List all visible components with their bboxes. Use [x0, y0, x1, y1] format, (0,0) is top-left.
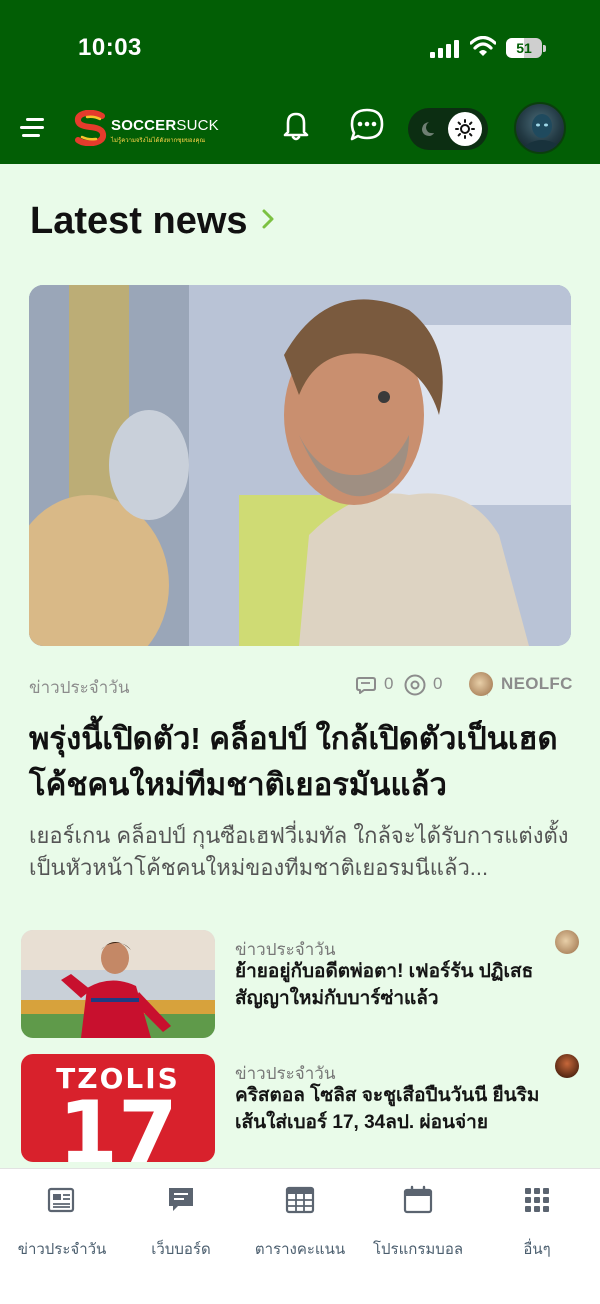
chevron-right-icon[interactable]	[258, 206, 278, 232]
list-item[interactable]: ข่าวประจำวัน ย้ายอยู่กับอดีตพ่อตา! เฟอร์…	[21, 930, 581, 1040]
thumbnail-photo	[21, 930, 215, 1038]
nav-item-more[interactable]: อื่นๆ	[477, 1185, 597, 1258]
nav-item-news[interactable]: ข่าวประจำวัน	[2, 1185, 122, 1258]
calendar-icon	[403, 1185, 433, 1214]
hero-image[interactable]	[29, 285, 571, 646]
newspaper-icon	[47, 1187, 75, 1213]
table-icon	[285, 1186, 315, 1214]
author-avatar[interactable]	[469, 672, 493, 696]
author-name[interactable]: NEOLFC	[501, 674, 573, 694]
list-item[interactable]: TZOLIS 17 ข่าวประจำวัน คริสตอล โซลิส จะช…	[21, 1054, 581, 1164]
bottom-nav: ข่าวประจำวัน เว็บบอร์ด ตารางคะแนน โปรแกร…	[0, 1168, 600, 1304]
status-bar: 10:03 51	[0, 34, 600, 64]
nav-label: เว็บบอร์ด	[151, 1241, 211, 1258]
nav-item-standings[interactable]: ตารางคะแนน	[240, 1185, 360, 1258]
status-time: 10:03	[78, 34, 142, 61]
hero-title[interactable]: พรุ่งนี้เปิดตัว! คล็อปป์ ใกล้เปิดตัวเป็น…	[29, 716, 574, 808]
soccersuck-logo[interactable]: SOCCERSUCK ไม่รู้ความจริงไม่ได้ดังหากซุย…	[74, 110, 224, 148]
logo-secondary: SUCK	[176, 117, 219, 134]
hamburger-menu-icon[interactable]	[20, 116, 46, 140]
hero-category[interactable]: ข่าวประจำวัน	[29, 674, 129, 701]
app-header: 10:03 51 SOCCERSUCK ไม่รู้ความจริงไม่ได้…	[0, 0, 600, 164]
item-thumbnail: TZOLIS 17	[21, 1054, 215, 1162]
view-count: 0	[433, 674, 443, 693]
grid-icon	[525, 1188, 549, 1212]
hero-description: เยอร์เกน คล็อปป์ กุนซือเฮฟวี่เมทัล ใกล้จ…	[29, 823, 569, 880]
sun-icon	[455, 119, 475, 139]
user-avatar[interactable]	[514, 102, 566, 154]
nav-item-fixtures[interactable]: โปรแกรมบอล	[358, 1185, 478, 1258]
avatar-figure-icon	[522, 114, 562, 152]
message-board-icon	[169, 1188, 193, 1211]
logo-primary: SOCCER	[111, 117, 177, 134]
battery-icon: 51	[506, 38, 542, 58]
item-author-avatar[interactable]	[555, 930, 579, 954]
section-title[interactable]: Latest news	[30, 200, 248, 243]
cellular-signal-icon	[430, 38, 460, 58]
nav-label: โปรแกรมบอล	[372, 1241, 464, 1258]
comment-count: 0	[384, 674, 394, 693]
toggle-knob	[448, 112, 482, 146]
comment-icon	[356, 677, 376, 694]
chat-bubble-icon[interactable]	[348, 106, 386, 144]
shirt-number-text: 17	[58, 1083, 178, 1162]
nav-label: ตารางคะแนน	[254, 1241, 346, 1258]
nav-item-webboard[interactable]: เว็บบอร์ด	[121, 1185, 241, 1258]
hero-photo	[29, 285, 571, 646]
battery-level: 51	[516, 40, 532, 56]
item-title[interactable]: ย้ายอยู่กับอดีตพ่อตา! เฟอร์รัน ปฏิเสธสัญ…	[235, 958, 565, 1012]
item-thumbnail	[21, 930, 215, 1038]
nav-label: อื่นๆ	[523, 1241, 551, 1258]
logo-tagline: ไม่รู้ความจริงไม่ได้ดังหากซุยของคุณ	[111, 138, 206, 144]
moon-icon	[422, 122, 434, 136]
theme-toggle[interactable]	[408, 108, 488, 150]
logo-mark-icon	[74, 110, 107, 146]
item-title[interactable]: คริสตอล โซลิส จะชูเสือปืนวันนี ยืนริมเส้…	[235, 1082, 565, 1136]
wifi-icon	[470, 36, 496, 56]
item-author-avatar[interactable]	[555, 1054, 579, 1078]
bell-icon[interactable]	[277, 106, 315, 144]
nav-label: ข่าวประจำวัน	[17, 1241, 107, 1258]
eye-icon	[404, 674, 426, 696]
hero-meta: ข่าวประจำวัน 0 0 NEOLFC	[29, 672, 573, 701]
